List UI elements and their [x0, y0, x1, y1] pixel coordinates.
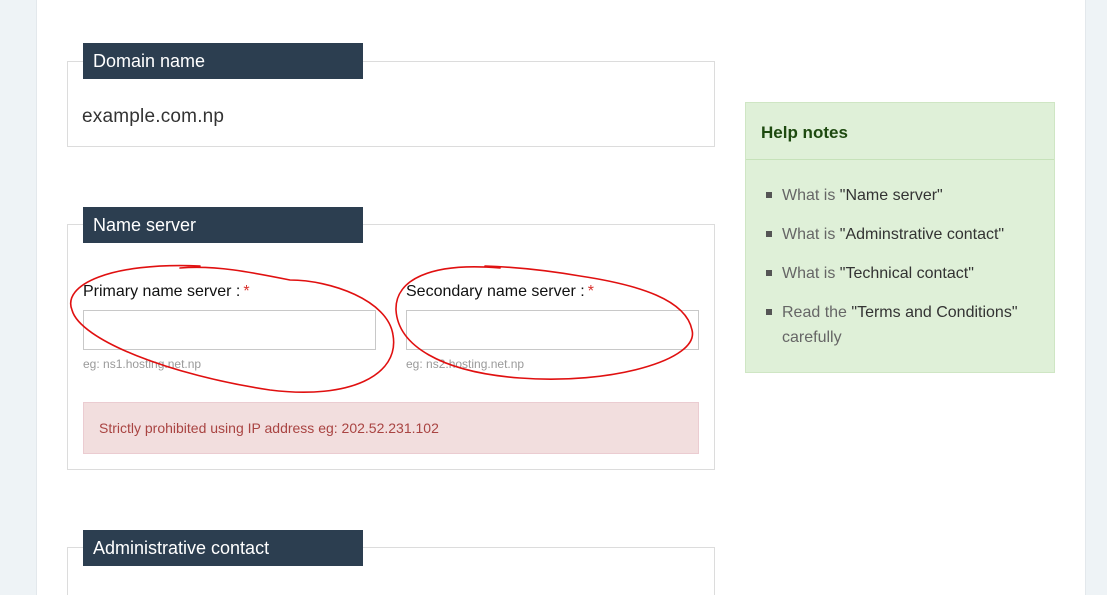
help-item-link[interactable]: "Adminstrative contact" [840, 226, 1004, 243]
bullet-icon [766, 270, 772, 276]
help-notes-list: What is "Name server" What is "Adminstra… [766, 183, 1041, 350]
administrative-contact-heading: Administrative contact [83, 530, 363, 566]
help-item-terms[interactable]: Read the "Terms and Conditions" carefull… [766, 300, 1041, 350]
primary-name-server-hint: eg: ns1.hosting.net.np [83, 357, 202, 371]
bullet-icon [766, 309, 772, 315]
help-item-administrative-contact[interactable]: What is "Adminstrative contact" [766, 222, 1041, 247]
help-item-technical-contact[interactable]: What is "Technical contact" [766, 261, 1041, 286]
secondary-name-server-label-text: Secondary name server : [406, 283, 585, 300]
required-marker: * [587, 283, 594, 300]
primary-name-server-input[interactable] [83, 310, 376, 350]
domain-name-value: example.com.np [82, 106, 225, 127]
primary-name-server-label-text: Primary name server : [83, 283, 241, 300]
required-marker: * [243, 283, 250, 300]
domain-name-heading: Domain name [83, 43, 363, 79]
help-notes-box: Help notes What is "Name server" What is… [745, 102, 1055, 373]
help-item-link[interactable]: "Terms and Conditions" [851, 304, 1017, 321]
help-item-prefix: What is [782, 187, 840, 204]
name-server-heading: Name server [83, 207, 363, 243]
help-item-link[interactable]: "Technical contact" [840, 265, 974, 282]
help-item-prefix: What is [782, 265, 840, 282]
help-item-prefix: Read the [782, 304, 852, 321]
help-item-suffix: carefully [782, 329, 842, 346]
ip-address-warning: Strictly prohibited using IP address eg:… [83, 402, 699, 454]
primary-name-server-label: Primary name server : * [83, 283, 250, 301]
help-item-name-server[interactable]: What is "Name server" [766, 183, 1041, 208]
secondary-name-server-label: Secondary name server : * [406, 283, 594, 301]
help-item-link[interactable]: "Name server" [840, 187, 943, 204]
help-item-prefix: What is [782, 226, 840, 243]
bullet-icon [766, 192, 772, 198]
help-notes-title: Help notes [746, 103, 1054, 160]
secondary-name-server-hint: eg: ns2.hosting.net.np [406, 357, 525, 371]
secondary-name-server-input[interactable] [406, 310, 699, 350]
bullet-icon [766, 231, 772, 237]
